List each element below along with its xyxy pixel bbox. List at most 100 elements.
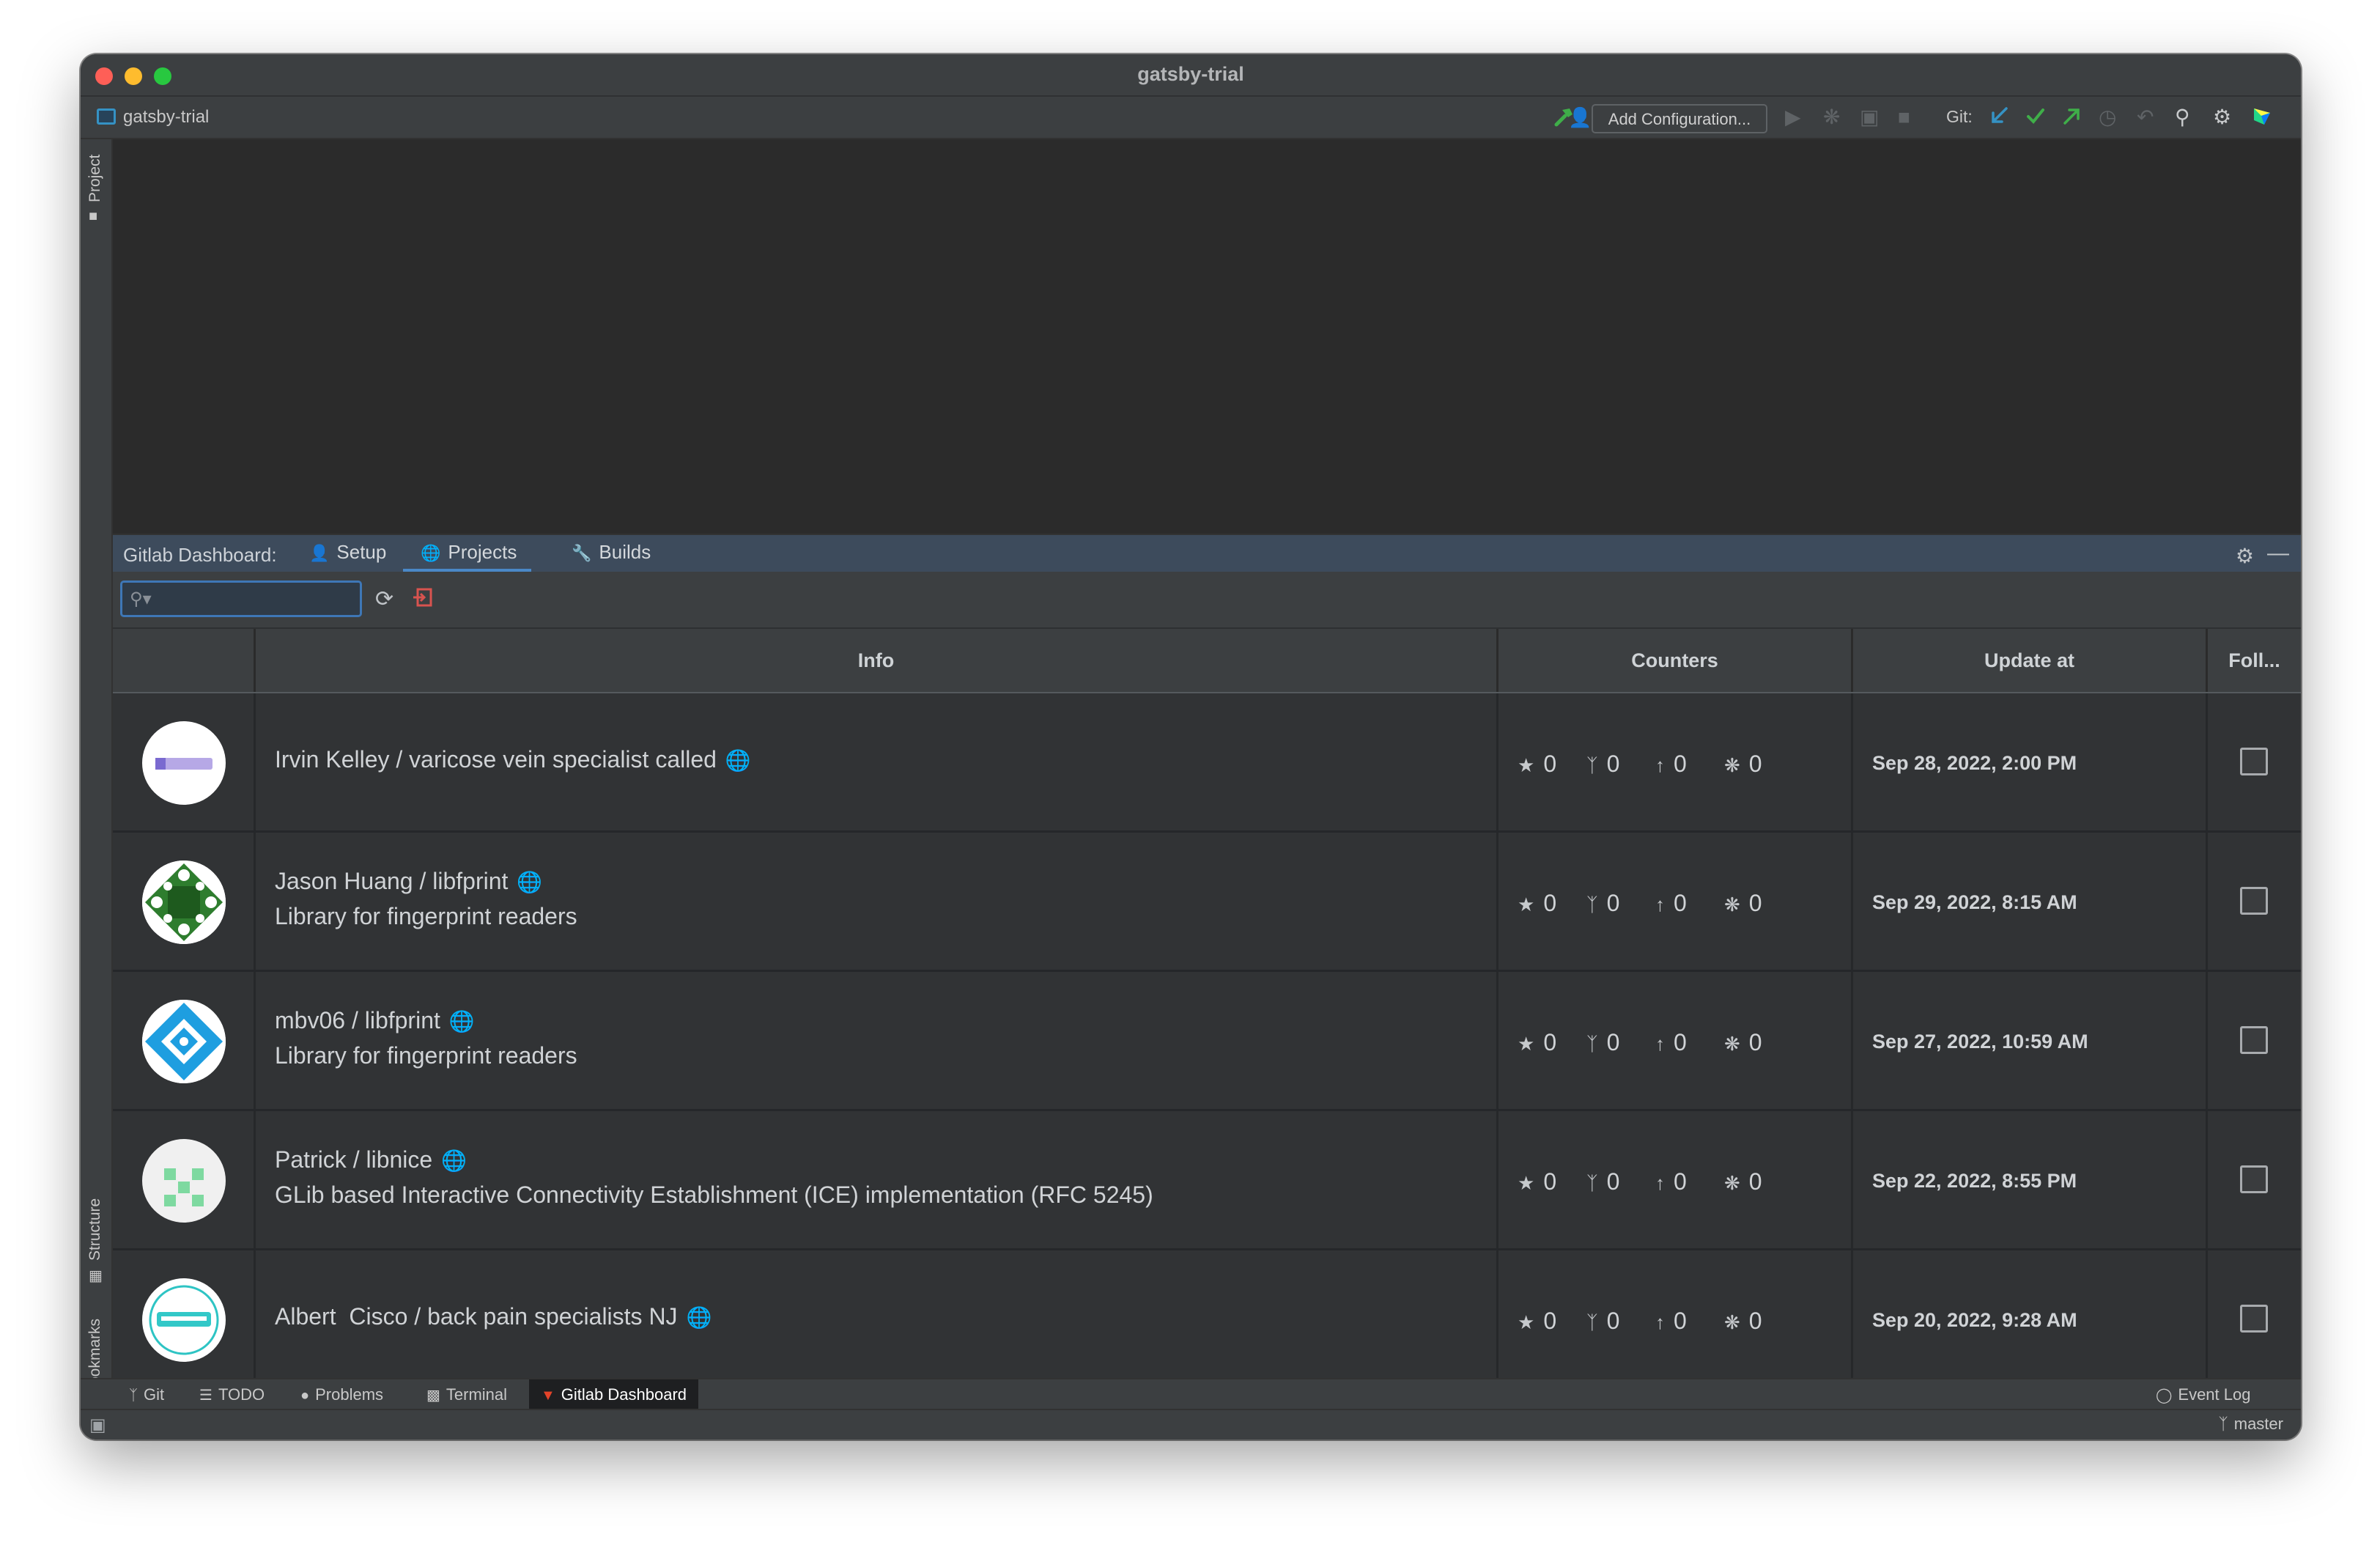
settings-gear-icon[interactable]: ⚙ — [2213, 106, 2231, 129]
tab-setup[interactable]: 👤 Setup — [309, 541, 386, 573]
merge-requests-counter: ↑ 0 — [1655, 1168, 1687, 1195]
star-icon: ★ — [1518, 1311, 1535, 1333]
gitlab-dashboard-header: Gitlab Dashboard: 👤 Setup 🌐 Projects 🔧 Buil… — [113, 534, 2301, 573]
project-description: Library for fingerprint readers — [275, 903, 577, 929]
column-header-avatar[interactable] — [113, 629, 254, 692]
bug-icon: ❋ — [1724, 1033, 1740, 1055]
bug-icon: ❋ — [1724, 1172, 1740, 1194]
merge-requests-counter: ↑ 0 — [1655, 890, 1687, 916]
star-icon: ★ — [1518, 1172, 1535, 1194]
merge-requests-counter: ↑ 0 — [1655, 1308, 1687, 1334]
tool-tab-todo[interactable]: ☰ TODO — [188, 1379, 276, 1410]
updated-at: Sep 20, 2022, 9:28 AM — [1872, 1309, 2077, 1331]
structure-icon: ▦ — [89, 1268, 103, 1284]
table-row[interactable]: Irvin Kelley / varicose vein specialist … — [113, 693, 2301, 833]
table-row[interactable]: mbv06 / libfprint 🌐 Library for fingerpri… — [113, 972, 2301, 1111]
tab-setup-label: Setup — [336, 541, 387, 563]
project-title[interactable]: Patrick / libnice 🌐 — [275, 1146, 467, 1173]
project-avatar — [142, 721, 226, 805]
tab-projects[interactable]: 🌐 Projects — [403, 541, 532, 573]
public-visibility-icon: 🌐 — [448, 1010, 475, 1033]
tool-tab-git[interactable]: ᛉ Git — [117, 1379, 176, 1410]
debug-icon[interactable]: ❋ — [1823, 106, 1840, 129]
rollback-icon[interactable]: ↶ — [2137, 106, 2154, 129]
user-icon: 👤 — [309, 544, 330, 562]
history-icon[interactable]: ◷ — [2099, 106, 2116, 129]
git-branch-widget[interactable]: ᛉ master — [2219, 1415, 2283, 1434]
follow-checkbox[interactable] — [2240, 887, 2268, 915]
tool-tab-terminal[interactable]: ▩ Terminal — [415, 1379, 519, 1410]
stars-counter: ★ 0 — [1518, 1308, 1557, 1334]
follow-checkbox[interactable] — [2240, 1165, 2268, 1193]
star-icon: ★ — [1518, 754, 1535, 776]
run-icon[interactable]: ▶ — [1785, 106, 1801, 129]
git-update-icon[interactable] — [1989, 106, 2009, 129]
updated-at: Sep 28, 2022, 2:00 PM — [1872, 752, 2077, 774]
search-input[interactable]: ⚲▾ — [120, 580, 362, 617]
project-icon — [97, 108, 116, 125]
info-icon: ● — [300, 1387, 310, 1404]
bug-icon: ❋ — [1724, 1311, 1740, 1333]
structure-tool-tab[interactable]: Structure ▦ — [81, 1180, 111, 1284]
open-in-browser-icon[interactable] — [412, 586, 434, 614]
follow-checkbox[interactable] — [2240, 1026, 2268, 1054]
project-title[interactable]: Irvin Kelley / varicose vein specialist … — [275, 746, 751, 773]
table-row[interactable]: Patrick / libnice 🌐 GLib based Interactiv… — [113, 1111, 2301, 1250]
wrench-icon: 🔧 — [572, 544, 592, 562]
follow-checkbox[interactable] — [2240, 748, 2268, 775]
refresh-icon[interactable]: ⟳ — [375, 586, 393, 612]
project-title[interactable]: mbv06 / libfprint 🌐 — [275, 1007, 475, 1034]
hammer-build-icon[interactable] — [1552, 106, 1577, 129]
table-row[interactable]: Jason Huang / libfprint 🌐 Library for fin… — [113, 833, 2301, 972]
issues-counter: ❋ 0 — [1724, 890, 1762, 916]
table-row[interactable]: Albert Cisco / back pain specialists NJ 🌐… — [113, 1250, 2301, 1381]
updated-at: Sep 29, 2022, 8:15 AM — [1872, 891, 2077, 913]
tool-tab-event-log[interactable]: ◯ Event Log — [2144, 1379, 2262, 1410]
git-branch-icon: ᛉ — [129, 1387, 138, 1404]
star-icon: ★ — [1518, 1033, 1535, 1055]
project-title[interactable]: Albert Cisco / back pain specialists NJ 🌐 — [275, 1303, 712, 1330]
search-everywhere-icon[interactable]: ⚲ — [2175, 106, 2190, 129]
column-header-follow[interactable]: Foll... — [2206, 629, 2301, 692]
git-push-icon[interactable] — [2062, 106, 2082, 129]
project-avatar — [142, 860, 226, 944]
column-header-counters[interactable]: Counters — [1496, 629, 1851, 692]
column-header-info[interactable]: Info — [254, 629, 1496, 692]
status-bar: ▣ ᛉ master — [81, 1409, 2301, 1440]
folder-icon: ■ — [89, 208, 98, 224]
fork-icon: ᛉ — [1586, 1033, 1598, 1055]
merge-request-icon: ↑ — [1655, 1172, 1665, 1194]
tool-tab-gitlab-dashboard[interactable]: ▼ Gitlab Dashboard — [529, 1379, 699, 1410]
project-title[interactable]: Jason Huang / libfprint 🌐 — [275, 868, 542, 895]
project-tool-tab[interactable]: Project ■ — [81, 147, 111, 227]
issues-counter: ❋ 0 — [1724, 1029, 1762, 1055]
editor-area[interactable] — [113, 139, 2301, 534]
hide-tool-window-icon[interactable]: — — [2267, 541, 2289, 566]
stars-counter: ★ 0 — [1518, 1029, 1557, 1055]
bug-icon: ❋ — [1724, 893, 1740, 915]
add-configuration-button[interactable]: Add Configuration... — [1592, 104, 1767, 133]
structure-tool-label: Structure — [86, 1198, 103, 1261]
git-commit-icon[interactable] — [2025, 106, 2046, 129]
bug-icon: ❋ — [1724, 754, 1740, 776]
follow-checkbox[interactable] — [2240, 1305, 2268, 1333]
stars-counter: ★ 0 — [1518, 751, 1557, 777]
forks-counter: ᛉ0 — [1586, 1029, 1620, 1055]
column-header-update-at[interactable]: Update at — [1851, 629, 2206, 692]
event-log-icon: ◯ — [2156, 1387, 2173, 1404]
forks-counter: ᛉ0 — [1586, 1168, 1620, 1195]
fork-icon: ᛉ — [1586, 754, 1598, 776]
bottom-tool-strip: ᛉ Git ☰ TODO ● Problems ▩ Terminal ▼ Gitlab D… — [81, 1378, 2301, 1410]
code-with-me-icon[interactable] — [2251, 106, 2273, 129]
branch-name: master — [2233, 1415, 2283, 1433]
project-breadcrumb[interactable]: gatsby-trial — [123, 107, 209, 128]
tab-builds[interactable]: 🔧 Builds — [572, 541, 651, 573]
toggle-tool-windows-icon[interactable]: ▣ — [89, 1415, 106, 1436]
projects-table: Info Counters Update at Foll... Irvin Ke… — [113, 627, 2301, 1381]
merge-request-icon: ↑ — [1655, 754, 1665, 776]
tool-tab-problems[interactable]: ● Problems — [289, 1379, 395, 1410]
coverage-icon[interactable]: ▣ — [1860, 106, 1879, 129]
tab-builds-label: Builds — [599, 541, 651, 563]
tool-window-settings-icon[interactable]: ⚙ — [2236, 544, 2254, 568]
stop-icon[interactable]: ■ — [1898, 106, 1910, 129]
